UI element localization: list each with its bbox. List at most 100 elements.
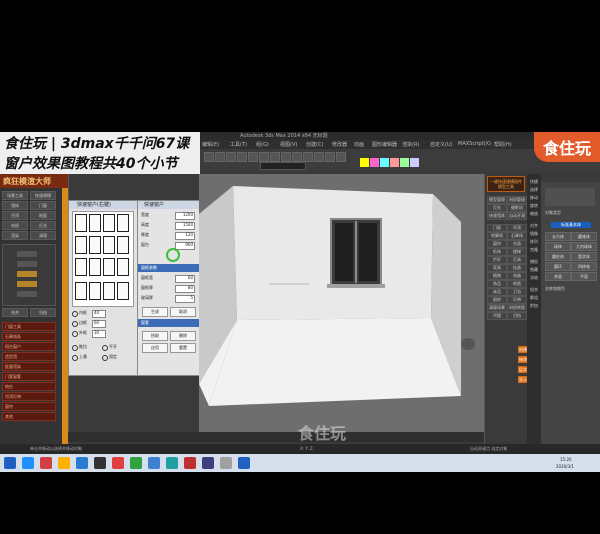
quick-tool-4[interactable]: 旋转 (528, 202, 540, 209)
quick-tool-6[interactable]: 对齐 (528, 222, 540, 229)
right-btn-24[interactable]: 卫浴 (507, 288, 527, 296)
taskbar-app-10-icon[interactable] (184, 457, 196, 469)
right-btn-12[interactable]: 台面 (507, 240, 527, 248)
command-panel-tabs[interactable] (541, 174, 600, 182)
teapot-button[interactable]: 茶壶 (545, 272, 571, 281)
type-radio-2[interactable] (102, 345, 108, 351)
primitive-type-dropdown[interactable]: 标准基本体 (551, 222, 591, 228)
left-red-item-9[interactable]: 窗帘 (2, 402, 56, 411)
left-red-item-8[interactable]: 吊顶灯带 (2, 392, 56, 401)
color-swatch-5[interactable] (400, 158, 409, 167)
right-btn-17[interactable]: 家具 (487, 264, 507, 272)
right-btn-19[interactable]: 植物 (487, 272, 507, 280)
right-btn-18[interactable]: 挂画 (507, 264, 527, 272)
window-thumb-3[interactable] (103, 214, 115, 232)
option-radio-3[interactable] (72, 331, 78, 337)
right-btn-29[interactable]: 代理 (487, 312, 507, 320)
quick-tool-3[interactable]: 移动 (528, 194, 540, 201)
quick-tool-8[interactable]: 阵列 (528, 238, 540, 245)
menu-item-create[interactable]: 创建(C) (306, 141, 323, 148)
quick-tool-9[interactable]: 克隆 (528, 246, 540, 253)
menu-item-edit[interactable]: 编辑(E) (202, 141, 219, 148)
taskbar-app-2-icon[interactable] (40, 457, 52, 469)
type-radio-1[interactable] (72, 345, 78, 351)
left-red-item-5[interactable]: 批量渲染 (2, 362, 56, 371)
link-icon[interactable] (226, 152, 236, 162)
left-red-item-6[interactable]: 门套窗套 (2, 372, 56, 381)
window-thumb-2[interactable] (89, 214, 101, 232)
right-btn-10[interactable]: 石膏线 (507, 232, 527, 240)
taskbar-app-3-icon[interactable] (58, 457, 70, 469)
menu-item-modifiers[interactable]: 修改器 (332, 141, 347, 148)
right-btn-23[interactable]: 床品 (487, 288, 507, 296)
quick-tool-14[interactable]: 解组 (528, 294, 540, 301)
color-swatch-3[interactable] (380, 158, 389, 167)
taskbar-app-6-icon[interactable] (112, 457, 124, 469)
right-btn-22[interactable]: 地毯 (507, 280, 527, 288)
taskbar-app-5-icon[interactable] (94, 457, 106, 469)
window-thumb-7[interactable] (103, 236, 115, 254)
taskbar-app-7-icon[interactable] (130, 457, 142, 469)
color-swatch-6[interactable] (410, 158, 419, 167)
quick-tool-15[interactable]: 附加 (528, 302, 540, 309)
right-btn-20[interactable]: 电器 (507, 272, 527, 280)
taskbar-app-4-icon[interactable] (76, 457, 88, 469)
window-thumb-16[interactable] (117, 282, 129, 300)
right-btn-28[interactable]: 材质转换 (507, 304, 527, 312)
left-red-item-3[interactable]: 阳台窗户 (2, 342, 56, 351)
viewcube-icon[interactable] (461, 338, 475, 350)
taskbar-app-11-icon[interactable] (202, 457, 214, 469)
geosphere-button[interactable]: 几何球体 (571, 242, 597, 251)
window-thumb-12[interactable] (117, 258, 129, 276)
taskbar-app-12-icon[interactable] (220, 457, 232, 469)
param-field-4[interactable] (17, 281, 37, 287)
left-red-item-2[interactable]: 石膏线条 (2, 332, 56, 341)
left-btn-wall[interactable]: 墙体 (2, 201, 28, 210)
right-btn-11[interactable]: 窗帘 (487, 240, 507, 248)
left-red-item-1[interactable]: 门窗工具 (2, 322, 56, 331)
cone-button[interactable]: 圆锥体 (571, 232, 597, 241)
taskbar-app-1-icon[interactable] (22, 457, 34, 469)
left-btn-render[interactable]: 渲染 (2, 231, 28, 240)
quick-tool-12[interactable]: 冻结 (528, 274, 540, 281)
box-button[interactable]: 长方体 (545, 232, 571, 241)
window-thumb-1[interactable] (75, 214, 87, 232)
menu-item-view[interactable]: 视图(V) (280, 141, 297, 148)
material-editor-icon[interactable] (314, 152, 324, 162)
render-setup-icon[interactable] (325, 152, 335, 162)
left-btn-clean[interactable]: 清理 (30, 231, 56, 240)
window-thumb-13[interactable] (75, 282, 87, 300)
left-btn-light[interactable]: 灯光 (30, 221, 56, 230)
undo-icon[interactable] (204, 152, 214, 162)
left-btn-archive[interactable]: 归档 (30, 308, 56, 317)
left-btn-merge[interactable]: 合并 (2, 308, 28, 317)
window-thumb-6[interactable] (89, 236, 101, 254)
mirror-icon[interactable] (292, 152, 302, 162)
quick-tool-2[interactable]: 选择 (528, 186, 540, 193)
right-btn-2[interactable]: 材质管理 (507, 196, 527, 204)
right-btn-3[interactable]: 灯光 (487, 204, 507, 212)
quick-tool-5[interactable]: 缩放 (528, 210, 540, 217)
select-icon[interactable] (237, 152, 247, 162)
left-btn-ceiling[interactable]: 吊顶 (2, 211, 28, 220)
right-btn-14[interactable]: 楼梯 (507, 248, 527, 256)
move-icon[interactable] (248, 152, 258, 162)
render-icon[interactable] (336, 152, 346, 162)
status-autokey[interactable]: 自动关键点 选定对象 (470, 446, 507, 452)
align-icon[interactable] (303, 152, 313, 162)
scale-icon[interactable] (270, 152, 280, 162)
menu-item-animation[interactable]: 动画 (354, 141, 364, 148)
right-btn-1[interactable]: 模型管理 (487, 196, 507, 204)
menu-item-help[interactable]: 帮助(H) (494, 141, 512, 148)
snap-icon[interactable] (281, 152, 291, 162)
right-btn-5[interactable]: 快速墙体 (487, 212, 507, 220)
quick-tool-13[interactable]: 组合 (528, 286, 540, 293)
torus-button[interactable]: 圆环 (545, 262, 571, 271)
color-swatch-1[interactable] (360, 158, 369, 167)
quick-tool-11[interactable]: 隐藏 (528, 266, 540, 273)
right-btn-15[interactable]: 栏杆 (487, 256, 507, 264)
left-red-item-7[interactable]: 地台 (2, 382, 56, 391)
right-btn-27[interactable]: 清理场景 (487, 304, 507, 312)
selection-set-dropdown[interactable] (260, 162, 306, 170)
window-thumb-11[interactable] (103, 258, 115, 276)
